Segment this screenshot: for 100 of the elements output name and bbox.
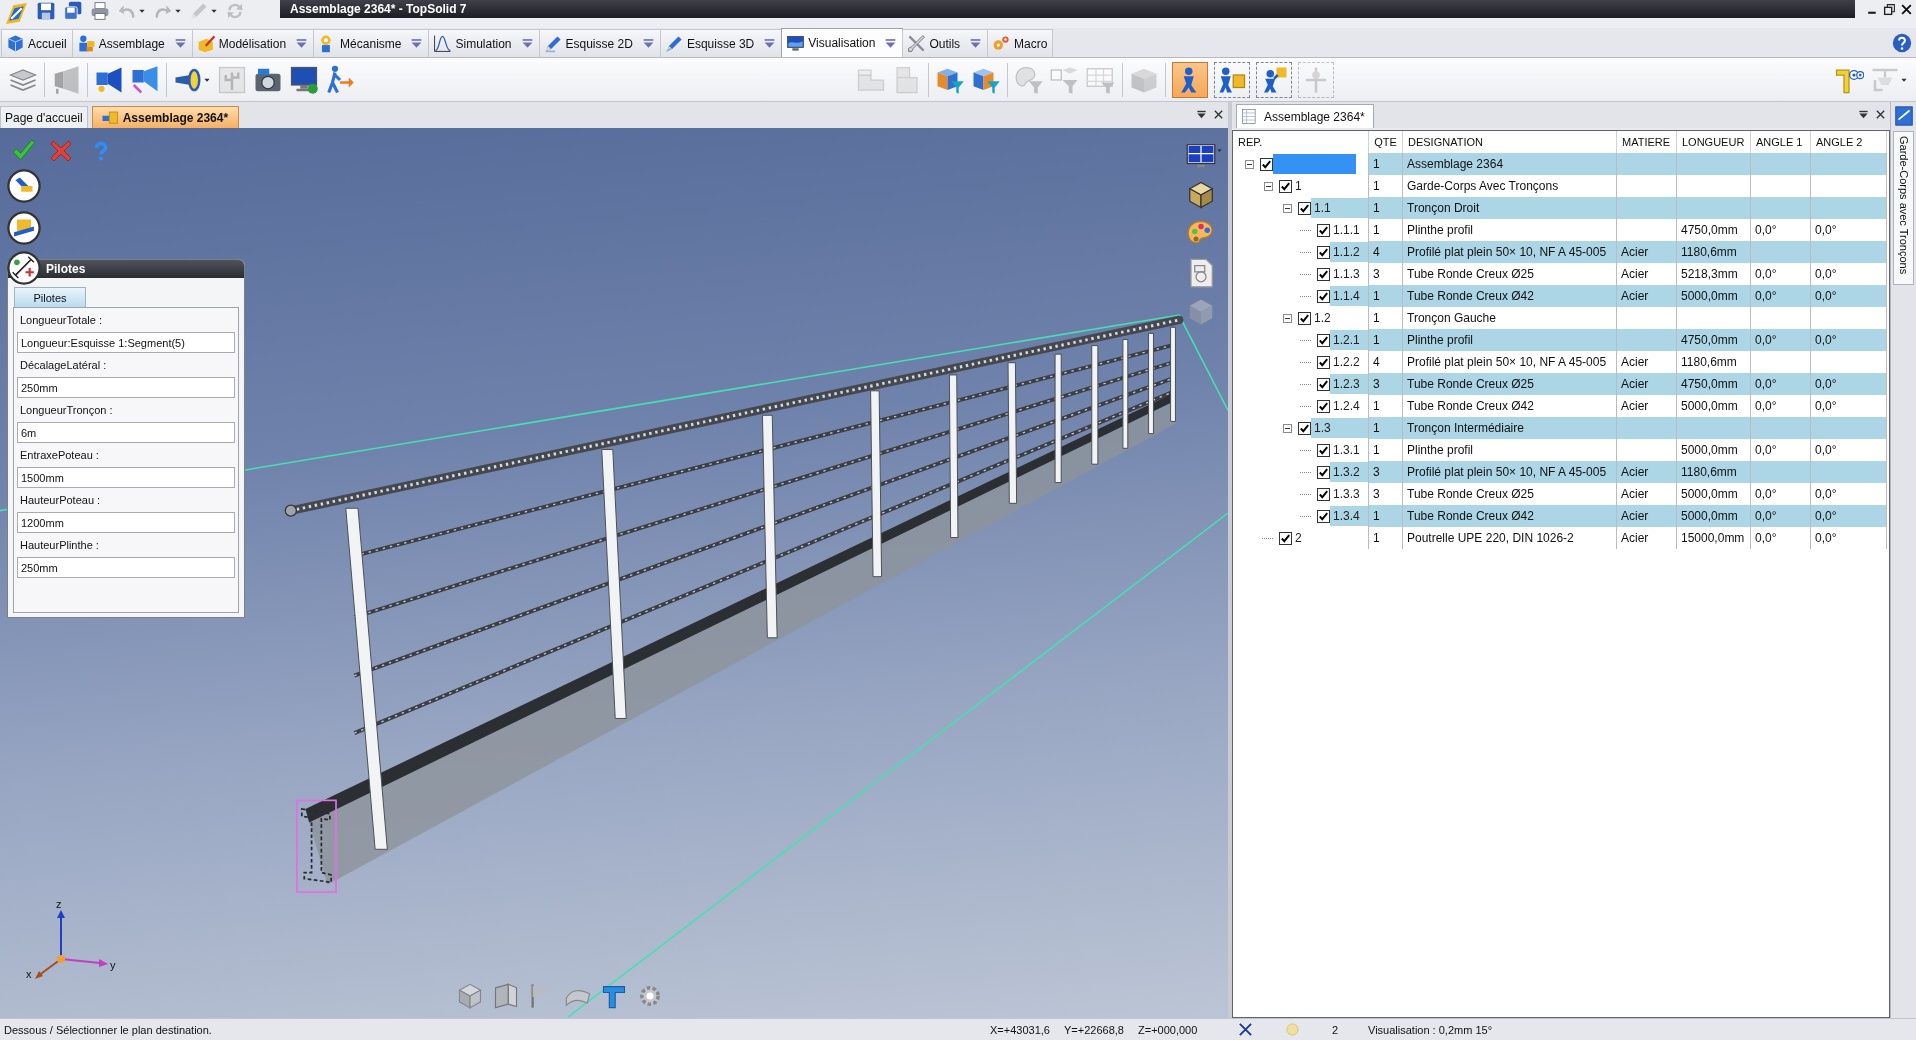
tree-label[interactable]: 1.3.3 — [1330, 484, 1368, 504]
part-icon[interactable] — [7, 211, 41, 245]
tree-label[interactable]: 1.2.3 — [1330, 374, 1368, 394]
ribbon-tab[interactable]: Visualisation — [781, 28, 904, 57]
ribbon-tab[interactable]: Assemblage — [71, 29, 193, 57]
dimension-icon[interactable] — [7, 251, 41, 285]
input-field[interactable]: 250mm — [17, 557, 235, 578]
cube-icon[interactable] — [1186, 180, 1216, 210]
ribbon-tab[interactable]: Esquisse 3D — [659, 29, 783, 57]
coordinate-readout: X=+43031,6 — [990, 1023, 1051, 1036]
input-field[interactable]: 1500mm — [17, 467, 235, 488]
panel-tab[interactable]: Pilotes — [14, 287, 86, 307]
tree-label[interactable]: 1.2 — [1311, 308, 1368, 328]
tree-label[interactable]: 1.3.1 — [1330, 440, 1368, 460]
checkbox[interactable] — [1279, 531, 1292, 545]
checkbox[interactable] — [1298, 201, 1311, 215]
panel-icon[interactable] — [492, 982, 520, 1010]
restore-icon[interactable] — [1883, 2, 1896, 16]
input-field[interactable]: 1200mm — [17, 512, 235, 533]
logo-icon[interactable] — [4, 1, 29, 26]
side-tab[interactable]: Garde-Corps avec Tronçons — [1893, 131, 1914, 285]
table-cell: Tube Ronde Creux Ø25 — [1403, 373, 1617, 395]
checkbox[interactable] — [1317, 487, 1330, 501]
toggle-button[interactable] — [1213, 61, 1250, 98]
checkbox[interactable] — [1317, 377, 1330, 391]
parts-icon — [100, 108, 119, 127]
checkbox[interactable] — [1317, 267, 1330, 281]
checkbox[interactable] — [1298, 421, 1311, 435]
ribbon-tab[interactable]: Modélisation — [191, 29, 315, 57]
tree-label[interactable]: 2 — [1292, 528, 1368, 548]
checkbox[interactable] — [1317, 465, 1330, 479]
tree-label[interactable]: 1.2.4 — [1330, 396, 1368, 416]
ribbon-tab[interactable]: Esquisse 2D — [538, 29, 661, 57]
dropdown-icon[interactable] — [1858, 109, 1869, 120]
tree-label[interactable]: 1.1.4 — [1330, 286, 1368, 306]
column-header: REP. — [1233, 131, 1369, 153]
print-icon[interactable] — [90, 1, 110, 21]
table-cell — [1751, 461, 1811, 483]
dropdown-icon[interactable] — [1196, 109, 1207, 120]
tree-label[interactable]: 1.3.2 — [1330, 462, 1368, 482]
projector-icon[interactable] — [130, 64, 160, 95]
checkbox[interactable] — [1317, 355, 1330, 369]
tree-label[interactable]: 1.3.4 — [1330, 506, 1368, 526]
walking-person-icon[interactable] — [325, 64, 355, 95]
checkbox[interactable] — [1317, 509, 1330, 523]
table-cell — [1751, 417, 1811, 439]
expander-icon[interactable] — [1283, 313, 1292, 323]
ribbon-tab[interactable]: Mécanisme — [313, 29, 430, 57]
expander-icon[interactable] — [1283, 203, 1292, 213]
toggle-button[interactable] — [1255, 61, 1292, 98]
tree-label[interactable]: 1 — [1292, 176, 1368, 196]
expander-icon[interactable] — [1283, 423, 1292, 433]
table-cell: 1 — [1369, 417, 1403, 439]
checkbox[interactable] — [1317, 333, 1330, 347]
pane-tab[interactable]: Assemblage 2364* — [1236, 104, 1374, 128]
input-field[interactable]: Longueur:Esquisse 1:Segment(5) — [17, 332, 235, 353]
crossed-lines-icon[interactable] — [1238, 1022, 1253, 1037]
status-message: Dessous / Sélectionner le plan destination. — [4, 1023, 213, 1036]
save-all-icon[interactable] — [63, 1, 83, 21]
tree-label[interactable]: 1.1.2 — [1330, 242, 1368, 262]
document-tab[interactable]: Assemblage 2364* — [91, 106, 240, 128]
checkbox[interactable] — [1260, 157, 1273, 171]
tree-label[interactable]: 1.2.2 — [1330, 352, 1368, 372]
ribbon-tab[interactable]: Macro — [987, 29, 1054, 57]
close-icon[interactable] — [1213, 109, 1224, 120]
monitor-icon — [786, 33, 806, 53]
coordinate-readout: Z=+000,000 — [1138, 1023, 1199, 1036]
ribbon-tab[interactable]: Outils — [902, 29, 989, 57]
tree-label[interactable]: 1.3 — [1311, 418, 1368, 438]
monitor-icon[interactable] — [289, 64, 319, 95]
ribbon-tab[interactable]: Accueil — [1, 29, 73, 57]
input-field[interactable]: 6m — [17, 422, 235, 443]
checkbox[interactable] — [1317, 443, 1330, 457]
tree-label[interactable]: 1.2.1 — [1330, 330, 1368, 350]
expander-icon[interactable] — [1264, 181, 1273, 191]
ribbon-tab[interactable]: Simulation — [428, 29, 540, 57]
close-icon[interactable] — [1875, 109, 1886, 120]
checkbox[interactable] — [1317, 223, 1330, 237]
table-cell — [1617, 197, 1677, 219]
table-cell: 0,0° — [1811, 505, 1887, 527]
help-icon[interactable] — [1892, 33, 1912, 53]
tree-label[interactable]: 1.1.1 — [1330, 220, 1368, 240]
checkbox[interactable] — [1317, 289, 1330, 303]
wrench-part-icon[interactable] — [7, 169, 41, 203]
expander-icon[interactable] — [1245, 159, 1254, 169]
toggle-button[interactable] — [1171, 61, 1208, 98]
input-field[interactable]: 250mm — [17, 377, 235, 398]
tree-label[interactable]: 1.1.3 — [1330, 264, 1368, 284]
checkbox[interactable] — [1317, 245, 1330, 259]
table-cell: 1 — [1369, 153, 1403, 175]
close-icon[interactable] — [1900, 2, 1913, 16]
checkbox[interactable] — [1317, 399, 1330, 413]
axis-label: z — [56, 898, 62, 910]
tree-label[interactable]: 1.1 — [1311, 198, 1368, 218]
document-tab[interactable]: Page d'accueil — [0, 106, 88, 128]
save-icon[interactable] — [36, 1, 56, 21]
table-cell: 0,0° — [1811, 527, 1887, 549]
document-icon[interactable] — [1892, 105, 1915, 127]
checkbox[interactable] — [1298, 311, 1311, 325]
checkbox[interactable] — [1279, 179, 1292, 193]
